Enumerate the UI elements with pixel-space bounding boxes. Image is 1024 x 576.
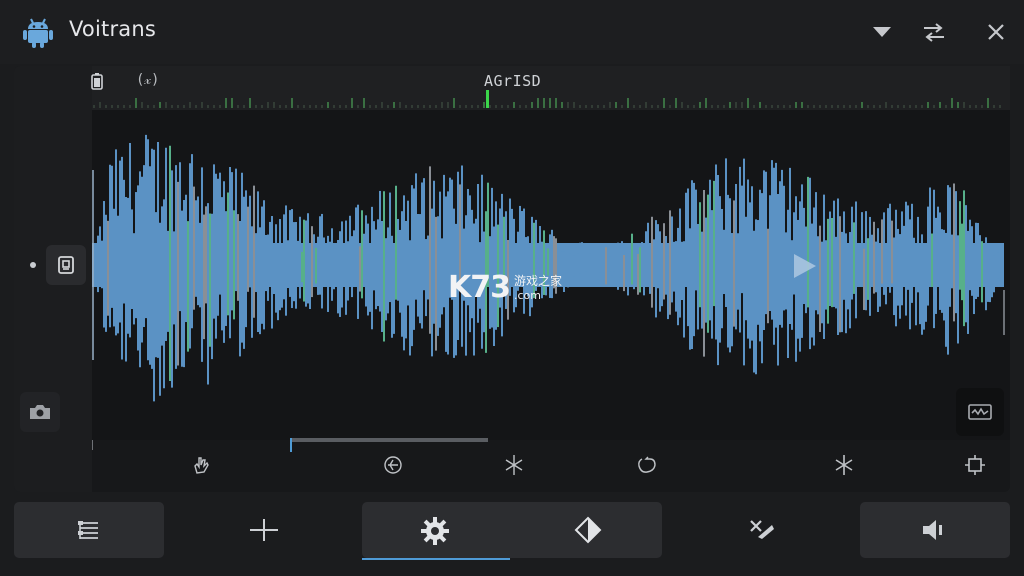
tools-icon <box>750 520 774 539</box>
ruler-left-label: (𝓍) <box>136 72 160 88</box>
timeline-start-tick <box>92 440 93 450</box>
camera-icon <box>30 405 50 419</box>
split-icon <box>250 519 278 541</box>
bottom-toolbar <box>0 496 1024 576</box>
time-ruler[interactable] <box>92 88 1010 110</box>
play-marker-icon[interactable] <box>792 252 818 284</box>
sparkle-icon[interactable] <box>833 454 855 476</box>
swap-arrows-icon <box>924 23 944 42</box>
volume-button[interactable] <box>860 502 1010 558</box>
asterisk-icon[interactable] <box>503 454 525 476</box>
watermark: K73 游戏之家 .com <box>448 270 562 305</box>
waveform-view-button[interactable] <box>956 388 1004 436</box>
close-button[interactable] <box>982 18 1010 46</box>
close-icon <box>988 24 1004 40</box>
gear-icon <box>421 517 449 545</box>
swap-button[interactable] <box>920 18 948 46</box>
watermark-brand: K73 <box>448 270 511 305</box>
contrast-button[interactable] <box>574 516 602 548</box>
effects-row <box>92 450 1010 480</box>
android-robot-icon <box>20 14 56 50</box>
track-indicator-dot <box>30 262 36 268</box>
active-tab-indicator <box>362 558 510 560</box>
split-button[interactable] <box>226 502 302 558</box>
clipboard-button[interactable] <box>46 245 86 285</box>
timeline-selection[interactable] <box>290 438 488 442</box>
triangle-down-icon <box>873 27 891 37</box>
rotate-icon[interactable] <box>382 454 404 476</box>
dropdown-button[interactable] <box>868 18 896 46</box>
playhead-marker[interactable] <box>486 90 489 108</box>
waveform-view-icon <box>968 404 992 420</box>
list-settings-button[interactable] <box>14 502 164 558</box>
settings-contrast-group <box>362 502 662 558</box>
app-title: Voitrans <box>69 17 157 41</box>
watermark-domain: .com <box>514 289 541 302</box>
tools-button[interactable] <box>724 502 800 558</box>
hand-icon[interactable] <box>190 454 212 476</box>
settings-button[interactable] <box>420 516 450 550</box>
sliders-list-icon <box>78 521 98 539</box>
title-bar: Voitrans <box>0 0 1024 64</box>
loop-icon[interactable] <box>636 454 658 476</box>
watermark-subtitle: 游戏之家 <box>514 274 563 288</box>
speaker-icon <box>923 520 942 540</box>
crop-icon[interactable] <box>964 454 986 476</box>
clipboard-icon <box>58 256 74 274</box>
contrast-icon <box>574 516 602 544</box>
timeline-scrubber[interactable] <box>92 438 1010 452</box>
camera-button[interactable] <box>20 392 60 432</box>
